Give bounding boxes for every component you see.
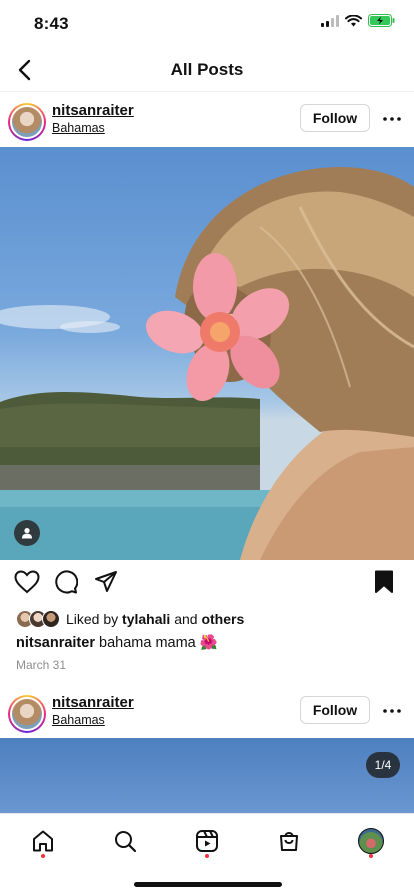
wifi-icon	[345, 14, 362, 26]
more-horizontal-icon	[383, 117, 401, 121]
likes-summary[interactable]: Liked by tylahali and others	[16, 609, 244, 629]
more-horizontal-icon	[383, 709, 401, 713]
tagged-users-button[interactable]	[14, 520, 40, 546]
nav-reels[interactable]	[190, 824, 224, 858]
notification-dot	[369, 854, 373, 858]
post-photo[interactable]	[0, 738, 414, 814]
save-button[interactable]	[374, 570, 394, 599]
nav-profile[interactable]	[354, 824, 388, 858]
avatar	[358, 828, 384, 854]
search-icon	[115, 831, 137, 853]
nav-home[interactable]	[26, 824, 60, 858]
notification-dot	[41, 854, 45, 858]
more-options-button[interactable]	[380, 701, 404, 721]
post-photo-illustration	[0, 167, 414, 560]
follow-button[interactable]: Follow	[300, 696, 370, 724]
post-photo[interactable]	[0, 147, 414, 560]
signal-icon	[321, 14, 339, 27]
page-title: All Posts	[170, 60, 244, 79]
comment-button[interactable]	[54, 570, 79, 599]
like-button[interactable]	[14, 570, 40, 599]
status-time: 8:43	[34, 14, 69, 33]
liker-avatars	[16, 610, 62, 628]
post-caption: nitsanraiter bahama mama 🌺	[16, 634, 218, 651]
comment-icon	[55, 570, 79, 594]
post-location[interactable]: Bahamas	[52, 713, 105, 727]
liked-by-and: and	[174, 611, 198, 627]
status-icons	[321, 14, 396, 27]
heart-icon	[14, 570, 40, 594]
post-username[interactable]: nitsanraiter	[52, 102, 134, 119]
liked-by-prefix: Liked by	[66, 611, 119, 627]
post-date: March 31	[16, 658, 67, 672]
post-actions	[0, 568, 414, 602]
share-button[interactable]	[94, 570, 118, 599]
media-counter: 1/4	[366, 752, 400, 778]
caption-text: bahama mama 🌺	[99, 635, 218, 651]
reels-icon	[196, 830, 218, 852]
post-header: nitsanraiter Bahamas Follow	[0, 689, 414, 741]
home-indicator	[134, 882, 282, 887]
notification-dot	[205, 854, 209, 858]
avatar	[42, 610, 60, 628]
top-header: All Posts	[0, 48, 414, 92]
more-options-button[interactable]	[380, 109, 404, 129]
home-icon	[33, 830, 53, 852]
post-header: nitsanraiter Bahamas Follow	[0, 97, 414, 149]
battery-charging-icon	[368, 14, 395, 27]
user-tag-icon	[22, 528, 32, 539]
bookmark-icon	[375, 570, 393, 593]
send-icon	[95, 571, 117, 592]
nav-shop[interactable]	[272, 824, 306, 858]
post-username[interactable]: nitsanraiter	[52, 694, 134, 711]
caption-username[interactable]: nitsanraiter	[16, 635, 95, 651]
follow-button[interactable]: Follow	[300, 104, 370, 132]
nav-search[interactable]	[108, 824, 142, 858]
status-bar: 8:43	[0, 0, 414, 48]
post-location[interactable]: Bahamas	[52, 121, 105, 135]
shopping-bag-icon	[280, 832, 298, 851]
avatar[interactable]	[8, 103, 46, 141]
avatar[interactable]	[8, 695, 46, 733]
liked-by-others[interactable]: others	[201, 611, 244, 627]
liked-by-user[interactable]: tylahali	[122, 611, 170, 627]
